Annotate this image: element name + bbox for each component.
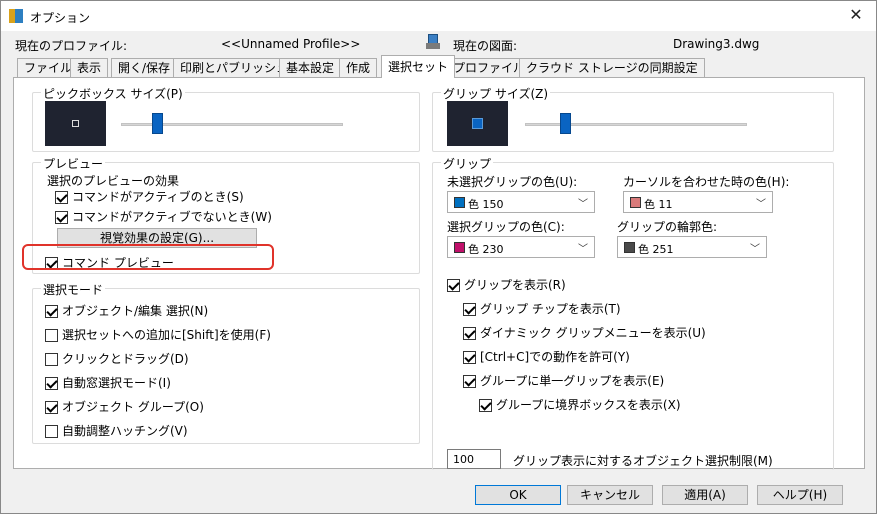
outline-color-swatch (624, 242, 635, 253)
grip-size-title: グリップ サイズ(Z) (441, 85, 551, 102)
grip-size-slider-thumb[interactable] (559, 113, 571, 134)
grip-outline-label: グリップの輪郭色: (617, 220, 718, 234)
drawing-icon (426, 34, 440, 50)
single-grip-groups-checkbox[interactable]: グループに単一グリップを表示(E) (463, 373, 664, 389)
hover-color-swatch (630, 197, 641, 208)
grip-size-group: グリップ サイズ(Z) (432, 85, 834, 152)
chevron-down-icon: ﹀ (578, 244, 588, 255)
ok-button[interactable]: OK (475, 485, 561, 505)
apply-button[interactable]: 適用(A) (662, 485, 748, 505)
unselected-grip-color-select[interactable]: 色 150 ﹀ (447, 191, 595, 213)
object-grouping-checkbox[interactable]: オブジェクト グループ(O) (45, 399, 204, 415)
grip-tips-checkbox[interactable]: グリップ チップを表示(T) (463, 301, 621, 317)
bounding-box-groups-checkbox[interactable]: グループに境界ボックスを表示(X) (479, 397, 681, 413)
help-button[interactable]: ヘルプ(H) (757, 485, 843, 505)
selected-grip-label: 選択グリップの色(C): (447, 220, 565, 234)
tab-plot-publish[interactable]: 印刷とパブリッシュ (173, 58, 296, 78)
profile-label: 現在のプロファイル: (15, 39, 128, 53)
grip-limit-label: グリップ表示に対するオブジェクト選択制限(M) (513, 454, 773, 468)
shift-to-add-checkbox[interactable]: 選択セットへの追加に[Shift]を使用(F) (45, 327, 271, 343)
tab-system[interactable]: 基本設定 (279, 58, 342, 78)
selection-tab-panel: ピックボックス サイズ(P) プレビュー 選択のプレビューの効果 コマンドがアク… (13, 78, 865, 470)
selection-mode-group: 選択モード オブジェクト/編集 選択(N) 選択セットへの追加に[Shift]を… (32, 281, 420, 444)
pickbox-title: ピックボックス サイズ(P) (41, 85, 185, 102)
close-icon[interactable]: ✕ (842, 3, 870, 27)
hover-grip-color-select[interactable]: 色 11 ﹀ (623, 191, 773, 213)
grip-size-slider-track (525, 123, 747, 126)
pickbox-preview (45, 101, 106, 146)
options-dialog: オプション ✕ 現在のプロファイル: <<Unnamed Profile>> 現… (0, 0, 877, 514)
title-bar: オプション ✕ (1, 1, 876, 31)
tab-selection[interactable]: 選択セット (381, 55, 456, 78)
dialog-title: オプション (30, 11, 91, 25)
pickbox-slider-thumb[interactable] (151, 113, 163, 134)
grip-limit-input[interactable]: 100 (447, 449, 501, 469)
grip-outline-color-select[interactable]: 色 251 ﹀ (617, 236, 767, 258)
selected-color-swatch (454, 242, 465, 253)
implied-windowing-checkbox[interactable]: 自動窓選択モード(I) (45, 375, 171, 391)
chevron-down-icon: ﹀ (578, 199, 588, 210)
profile-value: <<Unnamed Profile>> (221, 37, 361, 51)
unselected-color-swatch (454, 197, 465, 208)
inactive-preview-checkbox[interactable]: コマンドがアクティブでないとき(W) (55, 209, 272, 225)
tab-display[interactable]: 表示 (70, 58, 109, 78)
pickbox-group: ピックボックス サイズ(P) (32, 85, 420, 152)
active-preview-checkbox[interactable]: コマンドがアクティブのとき(S) (55, 189, 244, 205)
grips-title: グリップ (441, 155, 494, 172)
app-icon (9, 9, 23, 23)
selection-mode-title: 選択モード (41, 281, 106, 298)
tab-open-save[interactable]: 開く/保存 (111, 58, 178, 78)
chevron-down-icon: ﹀ (750, 244, 760, 255)
show-grips-checkbox[interactable]: グリップを表示(R) (447, 277, 566, 293)
ctrl-cycling-checkbox[interactable]: [Ctrl+C]での動作を許可(Y) (463, 349, 630, 365)
press-and-drag-checkbox[interactable]: クリックとドラッグ(D) (45, 351, 189, 367)
highlight-annotation (22, 244, 274, 270)
grips-group: グリップ 未選択グリップの色(U): 色 150 ﹀ カーソルを合わせた時の色(… (432, 155, 834, 470)
selected-grip-color-select[interactable]: 色 230 ﹀ (447, 236, 595, 258)
hover-grip-label: カーソルを合わせた時の色(H): (623, 175, 790, 189)
cancel-button[interactable]: キャンセル (567, 485, 653, 505)
tab-cloud-sync[interactable]: クラウド ストレージの同期設定 (519, 58, 705, 78)
preview-title: プレビュー (41, 155, 106, 172)
drawing-value: Drawing3.dwg (673, 37, 760, 51)
associative-hatch-checkbox[interactable]: 自動調整ハッチング(V) (45, 423, 188, 439)
tab-drafting[interactable]: 作成 (339, 58, 378, 78)
dynamic-grip-menu-checkbox[interactable]: ダイナミック グリップメニューを表示(U) (463, 325, 706, 341)
chevron-down-icon: ﹀ (756, 199, 766, 210)
unselected-grip-label: 未選択グリップの色(U): (447, 175, 578, 189)
noun-verb-checkbox[interactable]: オブジェクト/編集 選択(N) (45, 303, 208, 319)
grip-size-preview (447, 101, 508, 146)
drawing-label: 現在の図面: (453, 39, 518, 53)
preview-subtitle: 選択のプレビューの効果 (47, 174, 180, 188)
